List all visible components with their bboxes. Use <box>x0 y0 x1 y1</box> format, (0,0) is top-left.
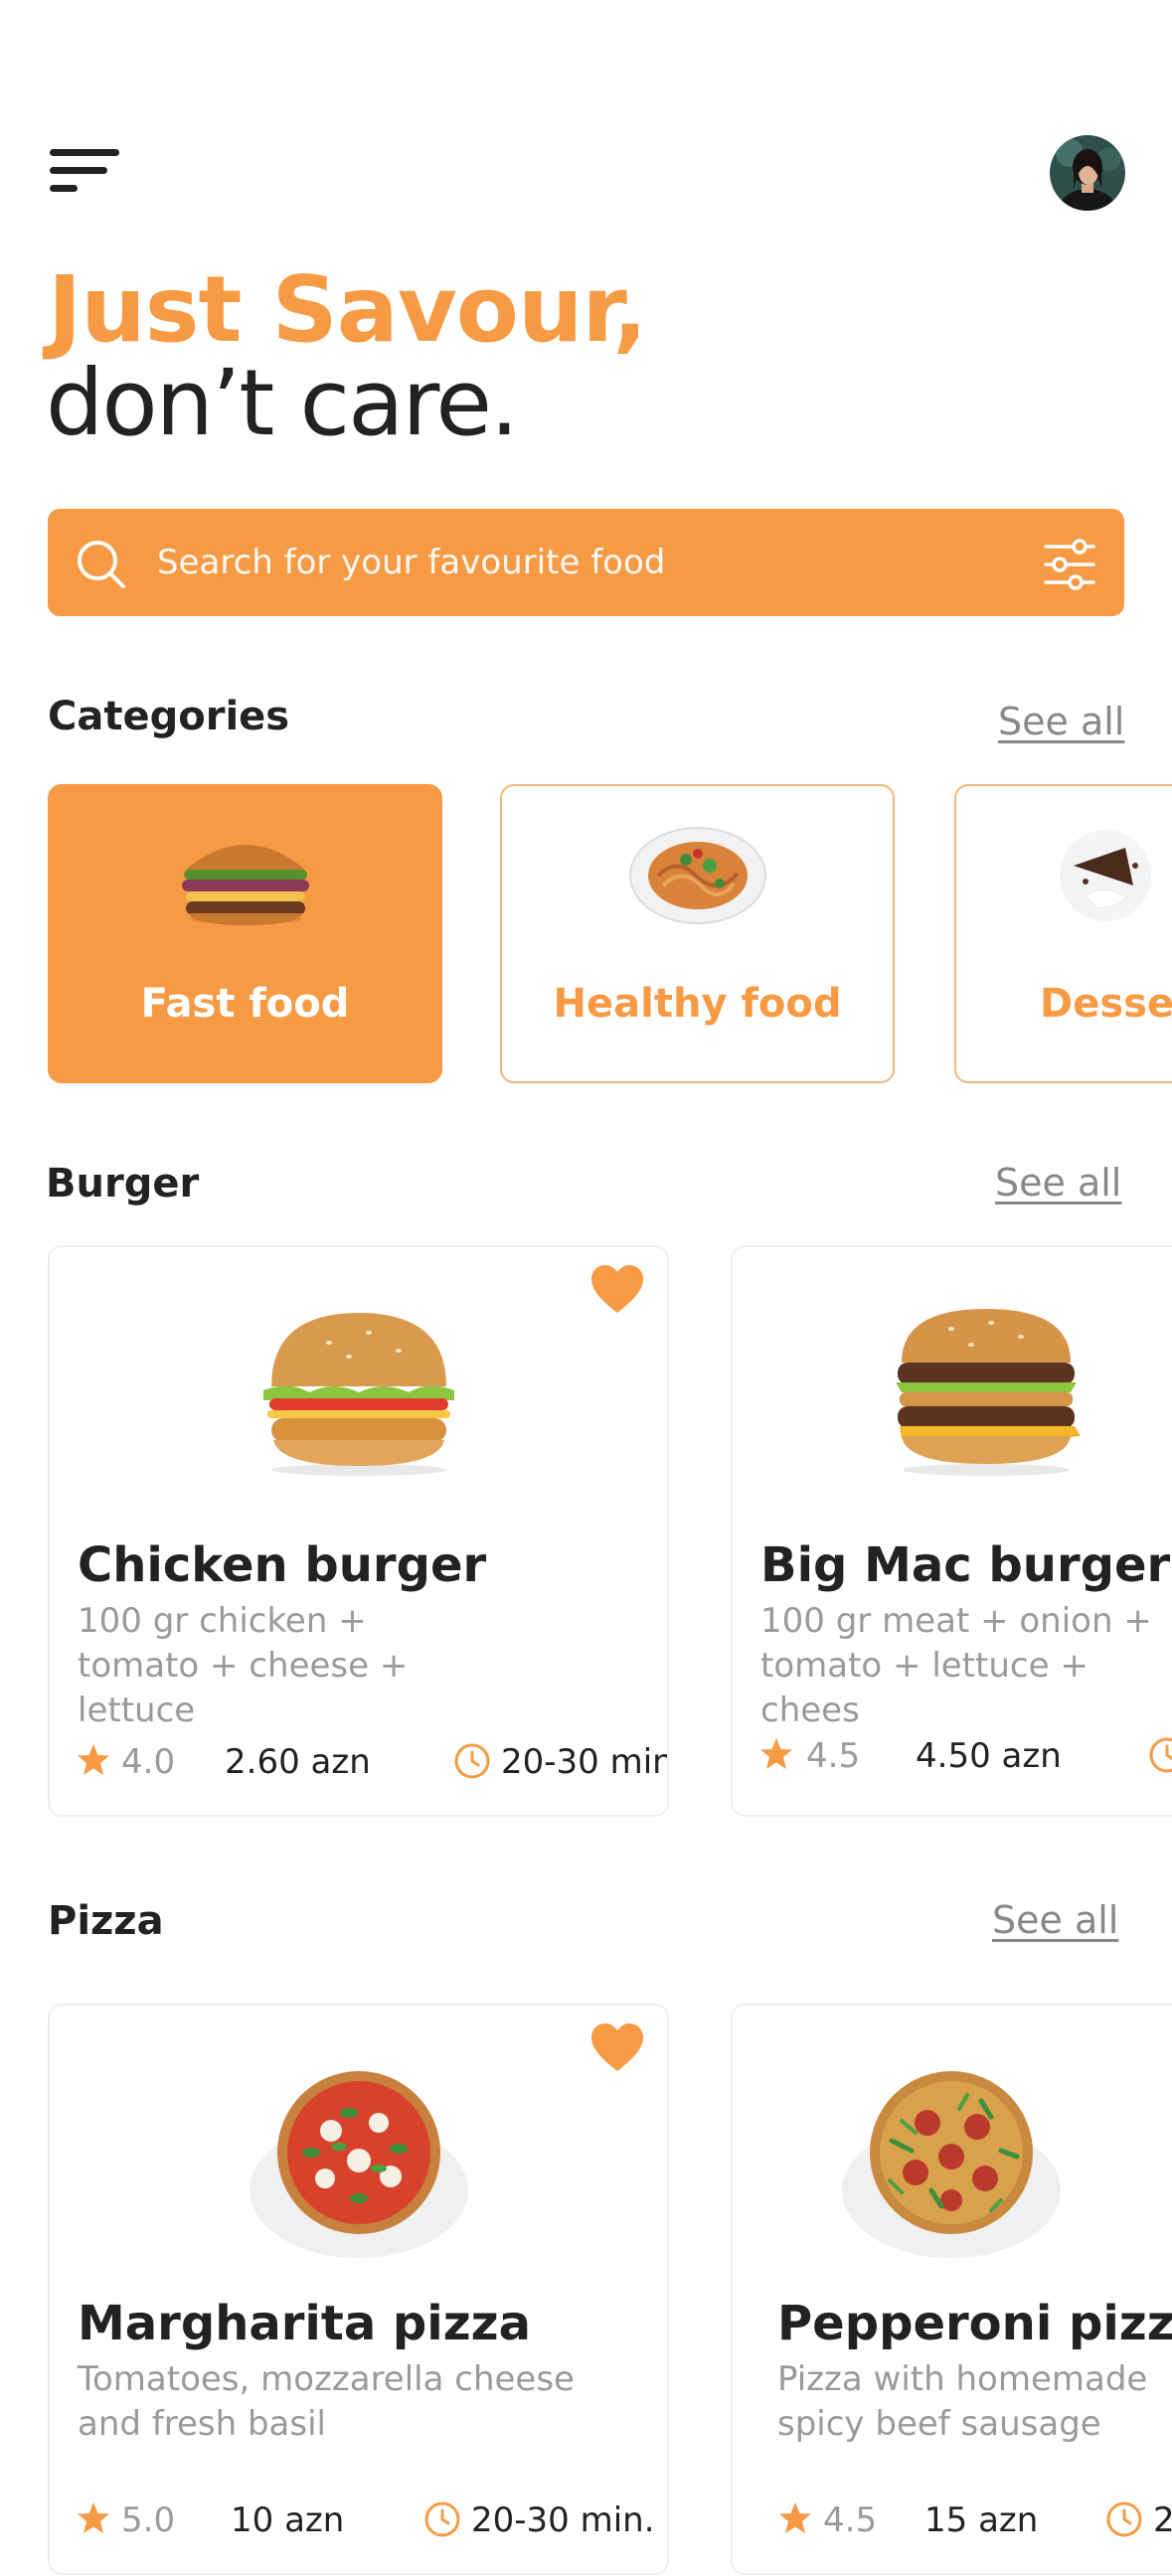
food-description: 100 gr chicken + tomato + cheese + lettu… <box>78 1601 409 1730</box>
food-name: Big Mac burger <box>760 1537 1171 1593</box>
avatar-image <box>1050 135 1125 211</box>
clock-icon <box>454 1743 490 1779</box>
category-label: Healthy food <box>553 981 842 1027</box>
food-price: 10 azn <box>231 2500 345 2540</box>
pepperoni-pizza-image <box>842 2071 1061 2258</box>
food-time: 2 <box>1153 2500 1172 2540</box>
dessert-image <box>1060 830 1151 921</box>
clock-icon <box>424 2501 460 2537</box>
search-input[interactable] <box>157 533 1012 592</box>
food-name: Pepperoni pizza <box>777 2296 1172 2351</box>
search-bar[interactable] <box>48 509 1124 616</box>
food-description: 100 gr meat + onion + tomato + lettuce +… <box>760 1601 1152 1730</box>
category-label: Desser <box>1040 981 1172 1027</box>
food-description: Pizza with homemade spicy beef sausage <box>777 2359 1148 2444</box>
food-meta: 5.0 10 azn 20-30 min. <box>76 2498 662 2542</box>
burger-image <box>181 845 309 925</box>
food-meta: 4.5 4.50 azn <box>758 1734 1172 1778</box>
star-icon <box>760 1738 792 1769</box>
category-label: Fast food <box>140 981 350 1027</box>
food-price: 2.60 azn <box>225 1742 371 1782</box>
category-card-fast-food[interactable]: Fast food <box>48 784 442 1083</box>
burger-see-all-link[interactable]: See all <box>995 1161 1121 1205</box>
food-card-big-mac-burger[interactable]: Big Mac burger 100 gr meat + onion + tom… <box>731 1245 1172 1817</box>
food-card-margharita-pizza[interactable]: Margharita pizza Tomatoes, mozzarella ch… <box>48 2004 669 2575</box>
food-meta: 4.0 2.60 azn 20-30 min. <box>76 1740 667 1784</box>
food-card-chicken-burger[interactable]: Chicken burger 100 gr chicken + tomato +… <box>48 1245 669 1817</box>
clock-icon <box>1106 2501 1142 2537</box>
search-icon <box>78 541 125 588</box>
food-meta: 4.5 15 azn 2 <box>777 2498 1172 2542</box>
menu-line-top <box>50 149 119 156</box>
categories-see-all-link[interactable]: See all <box>998 700 1124 743</box>
pizza-see-all-link[interactable]: See all <box>992 1898 1118 1942</box>
headline-title: Just Savour, <box>48 256 647 363</box>
food-rating: 4.5 <box>806 1736 861 1776</box>
food-time: 20-30 min. <box>471 2500 655 2540</box>
burger-section-title: Burger <box>46 1161 200 1207</box>
menu-line-middle <box>50 167 107 174</box>
food-name: Chicken burger <box>78 1537 487 1593</box>
filter-sliders-icon[interactable] <box>1042 537 1097 592</box>
food-price: 4.50 azn <box>916 1736 1062 1776</box>
noodle-bowl-image <box>628 827 766 924</box>
food-time: 20-30 min. <box>501 1742 669 1782</box>
food-rating: 4.5 <box>823 2500 878 2540</box>
star-icon <box>78 2502 109 2533</box>
star-icon <box>779 2502 811 2533</box>
hamburger-menu-icon[interactable] <box>50 145 121 197</box>
star-icon <box>78 1744 109 1775</box>
user-avatar[interactable] <box>1050 135 1125 211</box>
category-card-desserts[interactable]: Desser <box>954 784 1172 1083</box>
margharita-pizza-image <box>249 2071 468 2258</box>
chicken-burger-image <box>262 1313 454 1476</box>
food-rating: 5.0 <box>121 2500 176 2540</box>
pizza-section-title: Pizza <box>48 1898 164 1944</box>
category-card-healthy-food[interactable]: Healthy food <box>500 784 895 1083</box>
big-mac-burger-image <box>896 1309 1081 1476</box>
clock-icon <box>1149 1737 1172 1773</box>
food-rating: 4.0 <box>121 1742 176 1782</box>
menu-line-bottom <box>50 185 78 192</box>
categories-title: Categories <box>48 694 290 739</box>
food-description: Tomatoes, mozzarella cheese and fresh ba… <box>78 2359 575 2444</box>
headline-subtitle: don’t care. <box>46 350 519 456</box>
food-card-pepperoni-pizza[interactable]: Pepperoni pizza Pizza with homemade spic… <box>731 2004 1172 2575</box>
food-name: Margharita pizza <box>78 2296 531 2351</box>
food-price: 15 azn <box>924 2500 1039 2540</box>
